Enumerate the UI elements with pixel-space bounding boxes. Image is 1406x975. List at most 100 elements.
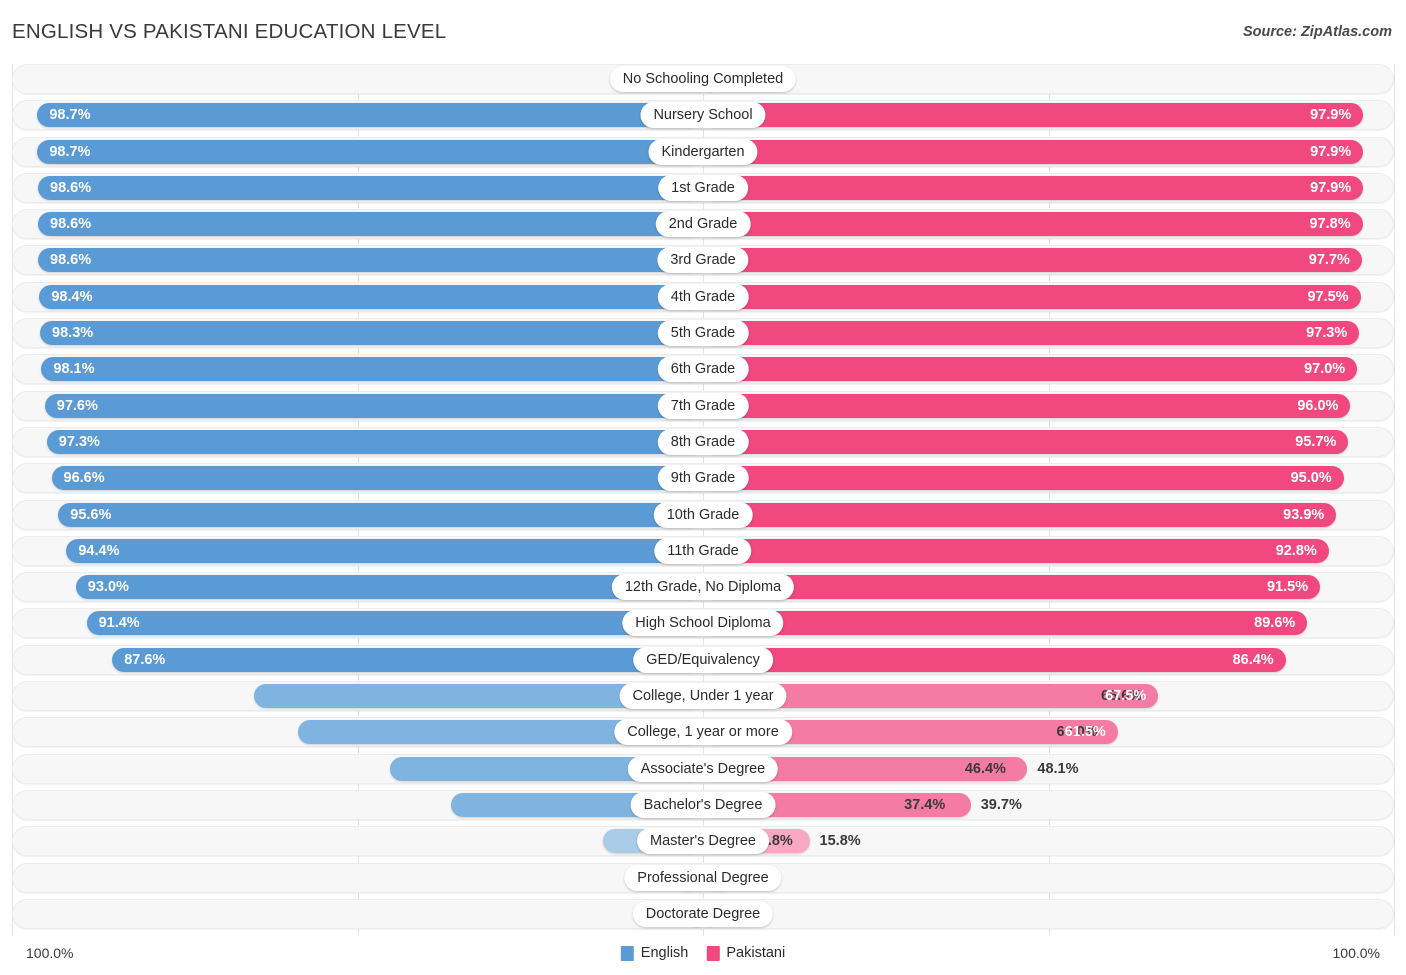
bar-row-inner: 97.3% 95.7% 8th Grade (12, 427, 1394, 457)
bar-pakistani (703, 466, 1344, 491)
category-label: College, Under 1 year (619, 683, 787, 710)
legend-swatch-pakistani-icon (706, 945, 720, 961)
axis-label-left: 100.0% (26, 945, 74, 961)
bar-row-inner: 98.7% 97.9% Nursery School (12, 100, 1394, 130)
bar-row[interactable]: 95.6% 93.9% 10th Grade (12, 499, 1394, 530)
value-label-pakistani: 97.8% (1309, 216, 1351, 233)
value-label-pakistani: 97.9% (1310, 179, 1352, 196)
legend-swatch-english-icon (620, 945, 634, 961)
category-label: College, 1 year or more (614, 719, 792, 746)
bar-row-inner: 98.1% 97.0% 6th Grade (12, 354, 1394, 384)
bar-english (37, 103, 703, 128)
value-label-english: 98.6% (50, 252, 92, 269)
bar-english (112, 647, 703, 672)
bar-row[interactable]: 97.3% 95.7% 8th Grade (12, 426, 1394, 457)
bar-english (44, 393, 703, 418)
category-label: Kindergarten (648, 138, 758, 165)
bar-row-inner: 66.6% 67.5% College, Under 1 year (12, 681, 1394, 711)
bar-row[interactable]: 1.9%2.0%Doctorate Degree (12, 898, 1394, 929)
bar-row[interactable]: 93.0% 91.5% 12th Grade, No Diploma (12, 572, 1394, 603)
bar-pakistani (703, 502, 1337, 527)
category-label: 3rd Grade (657, 247, 749, 274)
bar-row[interactable]: 96.6% 95.0% 9th Grade (12, 463, 1394, 494)
bar-pakistani (703, 393, 1351, 418)
bar-row[interactable]: 37.4% 39.7% Bachelor's Degree (12, 789, 1394, 820)
legend-label-pakistani: Pakistani (726, 945, 786, 961)
bar-row[interactable]: 98.7% 97.9% Nursery School (12, 100, 1394, 131)
bar-pakistani (703, 611, 1308, 636)
bar-row[interactable]: 97.6% 96.0% 7th Grade (12, 390, 1394, 421)
bar-row-inner: 94.4% 92.8% 11th Grade (12, 536, 1394, 566)
bar-row[interactable]: 98.1% 97.0% 6th Grade (12, 354, 1394, 385)
bar-pakistani (703, 575, 1321, 600)
bar-row[interactable]: 98.7% 97.9% Kindergarten (12, 136, 1394, 167)
bar-row-inner: 60.0% 61.5% College, 1 year or more (12, 717, 1394, 747)
value-label-pakistani: 86.4% (1232, 651, 1274, 668)
bar-pakistani (703, 647, 1286, 672)
legend: English Pakistani (620, 941, 785, 965)
bar-row[interactable]: 98.3% 97.3% 5th Grade (12, 318, 1394, 349)
bar-row[interactable]: 98.6% 97.7% 3rd Grade (12, 245, 1394, 276)
bar-row-inner: 98.7% 97.9% Kindergarten (12, 137, 1394, 167)
value-label-pakistani: 15.8% (819, 833, 861, 850)
bar-row-inner: 37.4% 39.7% Bachelor's Degree (12, 790, 1394, 820)
bar-english (40, 321, 703, 346)
bar-row-inner: 87.6% 86.4% GED/Equivalency (12, 645, 1394, 675)
bar-row[interactable]: 14.8% 15.8% Master's Degree (12, 826, 1394, 857)
value-label-english: 96.6% (63, 470, 105, 487)
category-label: Bachelor's Degree (630, 791, 776, 818)
category-label: 9th Grade (657, 465, 749, 492)
bar-row-inner: 98.3% 97.3% 5th Grade (12, 318, 1394, 348)
value-label-pakistani: 92.8% (1275, 542, 1317, 559)
bar-row-inner: 93.0% 91.5% 12th Grade, No Diploma (12, 572, 1394, 602)
bar-row[interactable]: 46.4% 48.1% Associate's Degree (12, 753, 1394, 784)
bar-row-inner: 98.6% 97.8% 2nd Grade (12, 209, 1394, 239)
bar-row-inner: 14.8% 15.8% Master's Degree (12, 826, 1394, 856)
bar-row[interactable]: 98.4% 97.5% 4th Grade (12, 281, 1394, 312)
legend-item-english[interactable]: English (620, 941, 688, 965)
value-label-english: 98.7% (49, 107, 91, 124)
bar-pakistani (703, 248, 1362, 273)
category-label: 8th Grade (657, 428, 749, 455)
value-label-pakistani: 89.6% (1254, 615, 1296, 632)
bar-english (41, 357, 703, 382)
value-label-pakistani: 39.7% (980, 796, 1022, 813)
value-label-english: 95.6% (70, 506, 112, 523)
value-label-english: 98.1% (53, 361, 95, 378)
category-label: Master's Degree (637, 828, 769, 855)
bar-row-inner: 98.6% 97.9% 1st Grade (12, 173, 1394, 203)
value-label-english: 93.0% (87, 579, 129, 596)
bar-english (39, 284, 703, 309)
value-label-english: 98.4% (51, 288, 93, 305)
bar-row-inner: 1.4%2.1%No Schooling Completed (12, 64, 1394, 94)
bar-row[interactable]: 87.6% 86.4% GED/Equivalency (12, 644, 1394, 675)
bar-row[interactable]: 1.4%2.1%No Schooling Completed (12, 64, 1394, 94)
value-label-pakistani: 67.5% (1105, 688, 1147, 705)
bar-row[interactable]: 94.4% 92.8% 11th Grade (12, 535, 1394, 566)
category-label: 7th Grade (657, 392, 749, 419)
category-label: 1st Grade (658, 174, 748, 201)
bar-row[interactable]: 66.6% 67.5% College, Under 1 year (12, 681, 1394, 712)
legend-item-pakistani[interactable]: Pakistani (706, 941, 785, 965)
value-label-pakistani: 97.7% (1308, 252, 1350, 269)
bar-row[interactable]: 4.4%4.8%Professional Degree (12, 862, 1394, 893)
category-label: No Schooling Completed (609, 66, 797, 92)
bar-pakistani (703, 538, 1329, 563)
value-label-english: 98.7% (49, 143, 91, 160)
bar-pakistani (703, 175, 1364, 200)
bar-row-inner: 4.4%4.8%Professional Degree (12, 863, 1394, 893)
source-attribution: Source: ZipAtlas.com (1242, 24, 1392, 40)
bar-row[interactable]: 98.6% 97.9% 1st Grade (12, 172, 1394, 203)
category-label: 2nd Grade (655, 211, 751, 238)
category-label: 4th Grade (657, 283, 749, 310)
bar-english (86, 611, 703, 636)
value-label-pakistani: 97.3% (1306, 325, 1348, 342)
bar-row-inner: 96.6% 95.0% 9th Grade (12, 463, 1394, 493)
value-label-english: 98.6% (50, 216, 92, 233)
bar-row[interactable]: 98.6% 97.8% 2nd Grade (12, 209, 1394, 240)
bar-english (66, 538, 703, 563)
bar-english (38, 175, 703, 200)
bar-pakistani (703, 212, 1363, 237)
bar-row[interactable]: 91.4% 89.6% High School Diploma (12, 608, 1394, 639)
bar-row[interactable]: 60.0% 61.5% College, 1 year or more (12, 717, 1394, 748)
